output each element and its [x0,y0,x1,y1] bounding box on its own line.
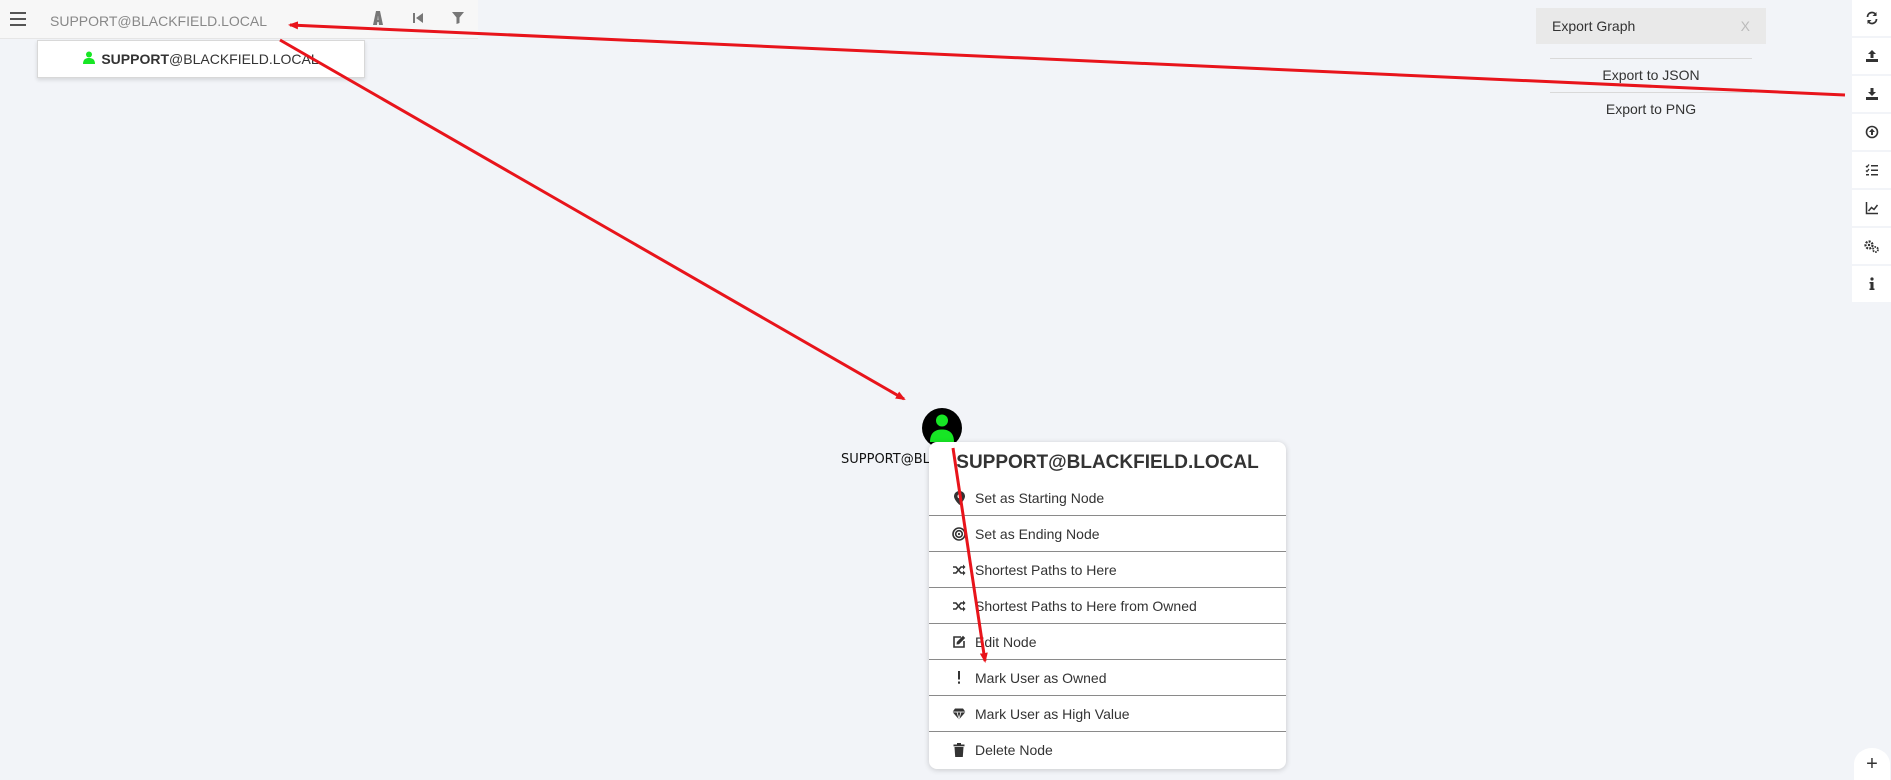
exclamation-icon [951,670,967,686]
menu-item-label: Mark User as High Value [975,705,1130,722]
shortest-paths-owned-item[interactable]: Shortest Paths to Here from Owned [929,588,1286,624]
arrow [279,38,906,401]
menu-item-label: Set as Ending Node [975,525,1100,542]
export-header: Export Graph X [1536,8,1766,44]
import-icon[interactable] [1852,114,1891,150]
set-starting-node-item[interactable]: Set as Starting Node [929,480,1286,516]
export-png-button[interactable]: Export to PNG [1550,92,1752,126]
step-backward-icon[interactable] [408,8,428,28]
node-label: SUPPORT@BLA [841,452,940,467]
search-suggestion[interactable]: SUPPORT @BLACKFIELD.LOCAL [37,40,365,78]
close-button[interactable]: X [1741,18,1750,34]
menu-item-label: Shortest Paths to Here [975,561,1117,578]
target-icon [951,526,967,542]
trash-icon [951,742,967,758]
mark-high-value-item[interactable]: Mark User as High Value [929,696,1286,732]
node-context-menu: SUPPORT@BLACKFIELD.LOCAL Set as Starting… [929,442,1286,769]
chart-icon[interactable] [1852,190,1891,226]
road-icon[interactable] [368,8,388,28]
filter-icon[interactable] [448,8,468,28]
mark-owned-item[interactable]: Mark User as Owned [929,660,1286,696]
map-marker-icon [951,490,967,506]
suggestion-bold: SUPPORT [101,51,170,67]
search-bar [0,0,478,39]
user-icon [83,51,96,67]
delete-node-item[interactable]: Delete Node [929,732,1286,767]
settings-icon[interactable] [1852,228,1891,264]
shuffle-icon [951,562,967,578]
right-toolbar [1852,0,1891,304]
suggestion-rest: @BLACKFIELD.LOCAL [169,51,319,67]
edit-icon [951,634,967,650]
export-json-button[interactable]: Export to JSON [1550,58,1752,92]
info-icon[interactable] [1852,266,1891,302]
refresh-icon[interactable] [1852,0,1891,36]
shuffle-icon [951,598,967,614]
menu-item-label: Delete Node [975,741,1053,758]
edit-node-item[interactable]: Edit Node [929,624,1286,660]
search-input[interactable] [48,9,352,33]
export-title: Export Graph [1552,18,1636,34]
set-ending-node-item[interactable]: Set as Ending Node [929,516,1286,552]
upload-icon[interactable] [1852,38,1891,74]
query-list-icon[interactable] [1852,152,1891,188]
download-icon[interactable] [1852,76,1891,112]
export-graph-panel: Export Graph X Export to JSON Export to … [1536,8,1766,123]
menu-item-label: Shortest Paths to Here from Owned [975,597,1197,614]
shortest-paths-item[interactable]: Shortest Paths to Here [929,552,1286,588]
search-tools [368,8,468,28]
menu-item-label: Set as Starting Node [975,489,1105,506]
menu-item-label: Edit Node [975,633,1037,650]
menu-item-label: Mark User as Owned [975,669,1107,686]
gem-icon [951,706,967,722]
hamburger-icon[interactable] [10,8,26,28]
context-menu-title: SUPPORT@BLACKFIELD.LOCAL [956,452,1259,473]
zoom-in-button[interactable]: + [1854,748,1890,780]
